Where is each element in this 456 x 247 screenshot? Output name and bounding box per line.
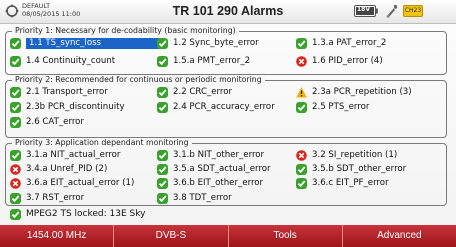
status-ok-icon — [157, 37, 168, 49]
softkey-bar: 1454.00 MHz DVB-S Tools Advanced — [0, 225, 456, 247]
tools-softkey[interactable]: Tools — [228, 225, 343, 247]
alarm-item[interactable]: 1.3.a PAT_error_2 — [296, 37, 386, 49]
alarm-item[interactable]: 2.4 PCR_accuracy_error — [157, 101, 275, 113]
status-ok-icon — [10, 209, 21, 220]
status-ok-icon — [10, 149, 21, 161]
status-ok-icon — [157, 86, 168, 98]
alarm-item[interactable]: 3.1.b NIT_other_error — [157, 149, 264, 161]
alarm-item-label: 3.7 RST_error — [26, 192, 85, 203]
status-ok-icon — [10, 116, 21, 128]
alarm-item-label: 3.8 TDT_error — [173, 192, 232, 203]
status-error-icon — [296, 55, 307, 67]
alarm-item-label: 3.4.a Unref_PID (2) — [26, 163, 108, 174]
alarm-item-label: 3.6.a EIT_actual_error (1) — [26, 177, 135, 188]
alarm-item-label: 2.3b PCR_discontinuity — [26, 101, 125, 112]
alarm-item[interactable]: 2.1 Transport_error — [10, 86, 108, 98]
alarm-item[interactable]: 1.2 Sync_byte_error — [157, 37, 259, 49]
alarm-item[interactable]: 1.4 Continuity_count — [10, 55, 115, 67]
alarm-item-label: 3.2 SI_repetition (1) — [312, 149, 398, 160]
status-ok-icon — [157, 177, 168, 189]
priority-1-title: Priority 1: Necessary for de-codability … — [12, 26, 239, 36]
alarm-item[interactable]: 3.5.a SDT_actual_error — [157, 163, 271, 175]
status-ok-icon — [296, 37, 307, 49]
alarm-item-label: 1.4 Continuity_count — [26, 55, 116, 66]
alarm-item[interactable]: 2.5 PTS_error — [296, 101, 369, 113]
alarm-item-label: 3.6.b EIT_other_error — [173, 177, 264, 188]
lock-status: MPEG2 TS locked: 13E Sky — [10, 209, 145, 220]
alarm-item[interactable]: 1.5.a PMT_error_2 — [157, 55, 250, 67]
alarm-item[interactable]: 2.2 CRC_error — [157, 86, 232, 98]
alarm-item-label: 1.3.a PAT_error_2 — [312, 37, 387, 48]
alarm-item-label: 2.2 CRC_error — [173, 86, 233, 97]
alarm-item[interactable]: 3.1.a NIT_actual_error — [10, 149, 120, 161]
alarm-item-label: 3.1.b NIT_other_error — [173, 149, 265, 160]
alarm-item-label: 3.1.a NIT_actual_error — [26, 149, 121, 160]
frequency-softkey[interactable]: 1454.00 MHz — [0, 225, 115, 247]
alarm-item-label: 3.5.b SDT_other_error — [312, 163, 407, 174]
tool-icon[interactable] — [385, 4, 399, 19]
alarm-item[interactable]: 3.7 RST_error — [10, 192, 84, 204]
status-ok-icon — [157, 101, 168, 113]
channel-badge: CH23 — [403, 5, 423, 17]
alarm-item[interactable]: 3.8 TDT_error — [157, 192, 232, 204]
advanced-softkey[interactable]: Advanced — [342, 225, 456, 247]
status-ok-icon — [296, 101, 307, 113]
alarm-item-label: 2.6 CAT_error — [26, 116, 84, 127]
status-ok-icon — [157, 163, 168, 175]
status-ok-icon — [10, 55, 21, 67]
status-ok-icon — [10, 86, 21, 98]
alarm-item-label: 3.6.c EIT_PF_error — [312, 177, 389, 188]
status-ok-icon — [157, 55, 168, 67]
alarm-item-label: 1.6 PID_error (4) — [312, 55, 383, 66]
alarm-item[interactable]: 3.5.b SDT_other_error — [296, 163, 406, 175]
alarm-item[interactable]: 2.3a PCR_repetition (3) — [296, 86, 412, 98]
alarm-item-label: 1.2 Sync_byte_error — [173, 37, 259, 48]
alarm-item[interactable]: 3.6.c EIT_PF_error — [296, 177, 389, 189]
status-ok-icon — [157, 192, 168, 204]
status-error-icon — [10, 177, 21, 189]
alarm-item[interactable]: 3.2 SI_repetition (1) — [296, 149, 397, 161]
standard-softkey[interactable]: DVB-S — [114, 225, 229, 247]
alarms-screen: DEFAULT 08/05/2015 11:00 TR 101 290 Alar… — [0, 0, 456, 247]
alarm-item[interactable]: 1.6 PID_error (4) — [296, 55, 383, 67]
header-bar: DEFAULT 08/05/2015 11:00 TR 101 290 Alar… — [0, 0, 456, 24]
priority-2-title: Priority 2: Recommended for continuous o… — [12, 75, 265, 85]
alarm-item-label: 1.1 TS_sync_loss — [26, 37, 162, 49]
alarm-item[interactable]: 3.6.a EIT_actual_error (1) — [10, 177, 134, 189]
status-ok-icon — [157, 149, 168, 161]
status-ok-icon — [296, 163, 307, 175]
alarm-item[interactable]: 2.3b PCR_discontinuity — [10, 101, 125, 113]
status-warning-icon — [296, 86, 307, 97]
status-error-icon — [296, 149, 307, 161]
alarm-item-label: 2.3a PCR_repetition (3) — [312, 86, 412, 97]
alarm-item[interactable]: 3.4.a Unref_PID (2) — [10, 163, 107, 175]
status-error-icon — [10, 163, 21, 175]
alarm-item[interactable]: 2.6 CAT_error — [10, 116, 84, 128]
status-ok-icon — [10, 101, 21, 113]
alarm-item-label: 2.1 Transport_error — [26, 86, 108, 97]
status-ok-icon — [10, 37, 21, 49]
alarm-item[interactable]: 1.1 TS_sync_loss — [10, 37, 162, 49]
alarm-item-label: 2.4 PCR_accuracy_error — [173, 101, 275, 112]
priority-3-title: Priority 3: Application dependant monito… — [12, 138, 192, 148]
alarm-item-label: 2.5 PTS_error — [312, 101, 370, 112]
alarm-item[interactable]: 3.6.b EIT_other_error — [157, 177, 263, 189]
status-ok-icon — [10, 192, 21, 204]
status-ok-icon — [296, 177, 307, 189]
alarm-item-label: 1.5.a PMT_error_2 — [173, 55, 251, 66]
lock-status-label: MPEG2 TS locked: 13E Sky — [26, 209, 146, 219]
battery-label: 18V — [357, 6, 370, 13]
alarm-item-label: 3.5.a SDT_actual_error — [173, 163, 271, 174]
